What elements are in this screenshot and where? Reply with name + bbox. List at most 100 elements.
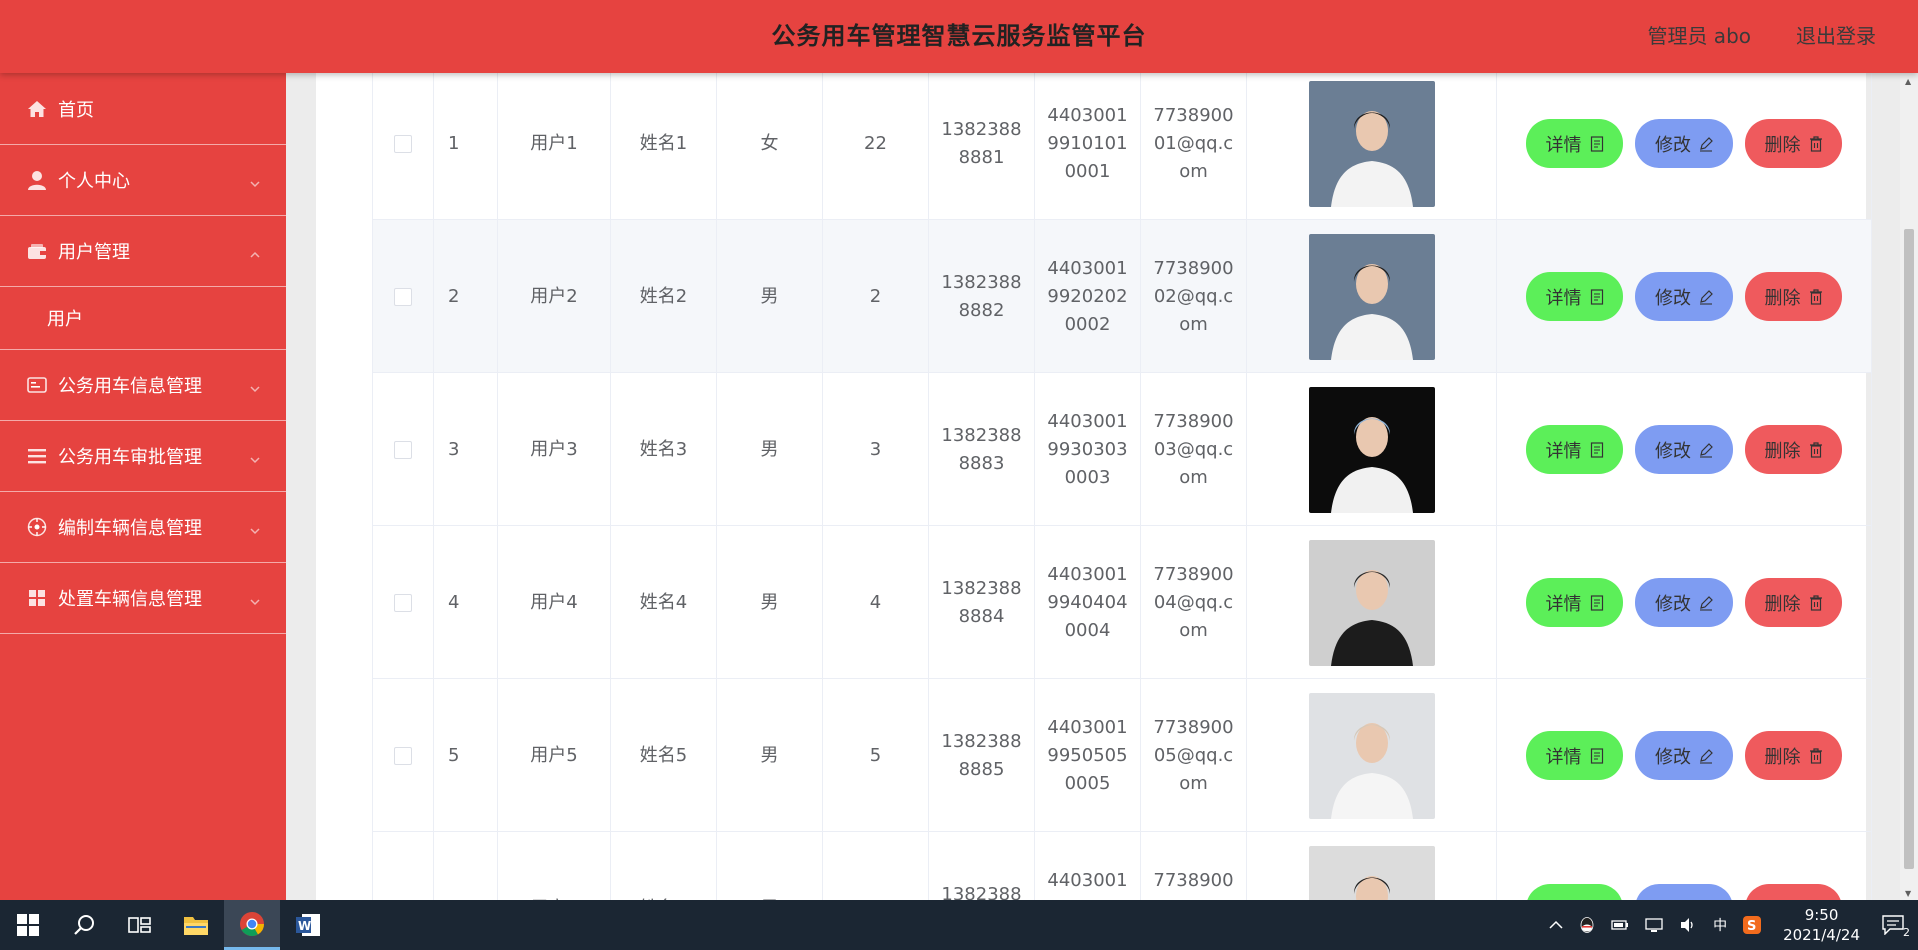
user-photo[interactable] — [1308, 539, 1435, 666]
edit-button[interactable]: 修改 — [1635, 272, 1733, 321]
delete-button[interactable]: 删除 — [1745, 272, 1842, 321]
row-checkbox-cell — [372, 679, 434, 832]
top-header: 公务用车管理智慧云服务监管平台 管理员 abo 退出登录 — [0, 0, 1918, 73]
trash-icon — [1809, 135, 1823, 152]
scroll-down-arrow-icon[interactable]: ▼ — [1905, 889, 1911, 898]
id-card-cell: 440300199202020002 — [1035, 220, 1141, 373]
scroll-up-arrow-icon[interactable]: ▲ — [1905, 77, 1911, 86]
sidebar-item-label: 用户管理 — [58, 242, 130, 263]
network-icon[interactable] — [1645, 917, 1663, 933]
delete-button[interactable]: 删除 — [1745, 119, 1842, 168]
chevron-down-icon — [250, 590, 260, 606]
delete-button-label: 删除 — [1764, 440, 1801, 462]
user-photo[interactable] — [1308, 692, 1435, 819]
edit-button[interactable]: 修改 — [1635, 884, 1733, 900]
search-button[interactable] — [56, 900, 112, 950]
delete-button[interactable]: 删除 — [1745, 884, 1842, 900]
delete-button[interactable]: 删除 — [1745, 425, 1842, 474]
account-cell: 用户2 — [498, 220, 611, 373]
clock-date: 2021/4/24 — [1783, 926, 1860, 944]
name-cell: 姓名1 — [611, 73, 717, 220]
detail-button[interactable]: 详情 — [1526, 425, 1623, 474]
folder-icon — [184, 917, 208, 935]
grid-icon — [26, 587, 48, 609]
logout-button[interactable]: 退出登录 — [1796, 0, 1876, 73]
edit-button[interactable]: 修改 — [1635, 425, 1733, 474]
edit-button[interactable]: 修改 — [1635, 731, 1733, 780]
photo-cell — [1247, 526, 1497, 679]
notification-count-badge: 2 — [1903, 926, 1910, 939]
notification-center-button[interactable]: 2 — [1882, 915, 1910, 939]
phone-text: 13823888883 — [941, 424, 1022, 474]
task-view-button[interactable] — [112, 900, 168, 950]
sidebar-item-personal-center[interactable]: 个人中心 — [0, 145, 286, 216]
sogou-input-icon[interactable]: S — [1743, 916, 1762, 934]
detail-button-label: 详情 — [1545, 593, 1582, 615]
sidebar-subitem-user[interactable]: 用户 — [0, 287, 286, 350]
sidebar-item-label: 公务用车审批管理 — [58, 447, 202, 468]
sidebar-item-home[interactable]: 首页 — [0, 73, 286, 145]
sidebar-item-official-car-info[interactable]: 公务用车信息管理 — [0, 350, 286, 421]
email-cell: 773890003@qq.com — [1141, 373, 1247, 526]
phone-cell: 13823888881 — [929, 73, 1035, 220]
taskbar: W 中 S 9:50 2021/4/24 2 — [0, 900, 1918, 950]
account-cell: 用户5 — [498, 679, 611, 832]
start-button[interactable] — [0, 900, 56, 950]
name-cell: 姓名5 — [611, 679, 717, 832]
detail-button[interactable]: 详情 — [1526, 884, 1623, 900]
vertical-scrollbar[interactable]: ▲ ▼ — [1900, 73, 1918, 900]
volume-icon[interactable] — [1679, 917, 1697, 933]
sidebar-item-user-management[interactable]: 用户管理 — [0, 216, 286, 287]
pencil-icon — [1699, 136, 1713, 152]
row-checkbox[interactable] — [394, 746, 412, 765]
user-photo[interactable] — [1308, 80, 1435, 207]
file-explorer-button[interactable] — [168, 900, 224, 950]
chrome-button[interactable] — [224, 900, 280, 950]
detail-button-label: 详情 — [1545, 440, 1582, 462]
sidebar-item-official-car-approval[interactable]: 公务用车审批管理 — [0, 421, 286, 492]
qq-icon[interactable] — [1579, 916, 1595, 934]
id-card-text: 440300199505050005 — [1047, 716, 1128, 794]
ime-indicator[interactable]: 中 — [1713, 915, 1727, 935]
edit-button[interactable]: 修改 — [1635, 578, 1733, 627]
email-text: 773890006@qq.com — [1153, 869, 1234, 901]
row-checkbox[interactable] — [394, 440, 412, 459]
sidebar: 首页 个人中心 用户管理 用户 公务用车信息管理 公务用车审批管理 编制车辆信息… — [0, 73, 286, 900]
operations-cell: 详情 修改 删除 — [1497, 73, 1872, 220]
row-checkbox[interactable] — [394, 287, 412, 306]
detail-button[interactable]: 详情 — [1526, 578, 1623, 627]
detail-button[interactable]: 详情 — [1526, 119, 1623, 168]
windows-logo-icon — [17, 914, 39, 936]
phone-text: 13823888886 — [941, 883, 1022, 901]
user-photo[interactable] — [1308, 233, 1435, 360]
sidebar-item-label: 公务用车信息管理 — [58, 376, 202, 397]
chevron-up-icon[interactable] — [1549, 920, 1563, 930]
detail-button[interactable]: 详情 — [1526, 731, 1623, 780]
scrollbar-thumb[interactable] — [1904, 229, 1914, 869]
user-icon — [26, 169, 48, 191]
user-photo[interactable] — [1308, 845, 1435, 900]
trash-icon — [1809, 441, 1823, 458]
row-checkbox[interactable] — [394, 593, 412, 612]
delete-button-label: 删除 — [1764, 593, 1801, 615]
edit-button[interactable]: 修改 — [1635, 119, 1733, 168]
age-cell: 3 — [823, 373, 929, 526]
row-checkbox[interactable] — [394, 134, 412, 153]
list-icon — [26, 445, 48, 467]
index-cell: 6 — [434, 832, 498, 900]
delete-button[interactable]: 删除 — [1745, 578, 1842, 627]
id-card-cell: 440300199404040004 — [1035, 526, 1141, 679]
sidebar-item-staffed-vehicle-info[interactable]: 编制车辆信息管理 — [0, 492, 286, 563]
detail-button[interactable]: 详情 — [1526, 272, 1623, 321]
id-card-cell: 440300199303030003 — [1035, 373, 1141, 526]
photo-cell — [1247, 679, 1497, 832]
sidebar-item-disposal-vehicle-info[interactable]: 处置车辆信息管理 — [0, 563, 286, 634]
word-button[interactable]: W — [280, 900, 336, 950]
delete-button[interactable]: 删除 — [1745, 731, 1842, 780]
email-text: 773890004@qq.com — [1153, 563, 1234, 641]
user-photo[interactable] — [1308, 386, 1435, 513]
taskbar-clock[interactable]: 9:50 2021/4/24 — [1783, 905, 1860, 945]
chevron-down-icon — [250, 448, 260, 464]
id-card-text: 440300199303030003 — [1047, 410, 1128, 488]
battery-icon[interactable] — [1611, 919, 1629, 931]
